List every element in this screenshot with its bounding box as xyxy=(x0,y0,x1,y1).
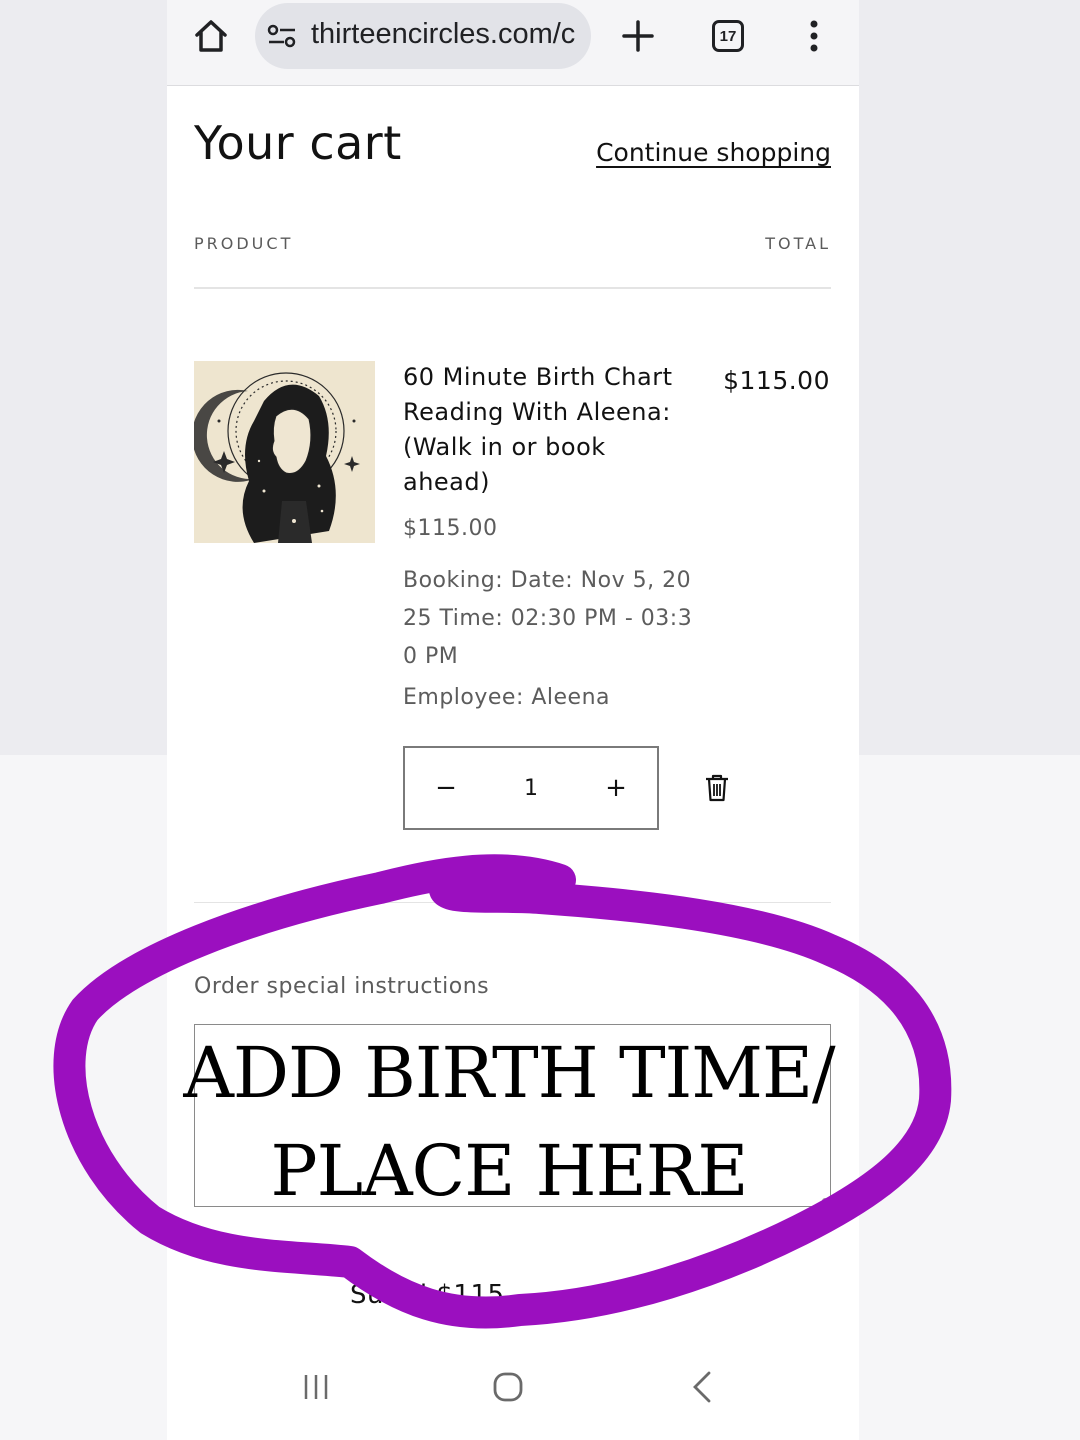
quantity-increase-button[interactable]: + xyxy=(575,748,657,828)
browser-toolbar: thirteencircles.com/c 17 xyxy=(167,0,859,86)
recents-icon[interactable] xyxy=(291,1367,341,1407)
column-header-product: PRODUCT xyxy=(194,234,294,253)
item-title[interactable]: 60 Minute Birth Chart Reading With Aleen… xyxy=(403,360,693,500)
system-navigation-bar xyxy=(167,1345,859,1440)
page-title: Your cart xyxy=(194,116,402,170)
column-header-total: TOTAL xyxy=(765,234,831,253)
special-instructions-label: Order special instructions xyxy=(194,974,490,999)
menu-icon[interactable] xyxy=(792,14,836,58)
textarea-resize-handle[interactable] xyxy=(822,1198,828,1204)
back-icon[interactable] xyxy=(677,1367,727,1407)
item-employee: Employee: Aleena xyxy=(403,685,611,710)
quantity-stepper: − 1 + xyxy=(403,746,659,830)
item-line-total: $115.00 xyxy=(723,366,830,395)
nav-home-icon[interactable] xyxy=(483,1367,533,1407)
site-settings-icon[interactable] xyxy=(267,23,297,49)
item-unit-price: $115.00 xyxy=(403,516,498,541)
continue-shopping-link[interactable]: Continue shopping xyxy=(596,138,831,167)
phone-screen: thirteencircles.com/c 17 Your cart Conti… xyxy=(167,0,859,1440)
url-bar[interactable]: thirteencircles.com/c xyxy=(255,3,591,69)
new-tab-icon[interactable] xyxy=(616,14,660,58)
tabs-icon[interactable]: 17 xyxy=(706,14,750,58)
quantity-decrease-button[interactable]: − xyxy=(405,748,487,828)
trash-icon[interactable] xyxy=(703,773,731,803)
quantity-input[interactable]: 1 xyxy=(491,776,571,801)
special-instructions-overlay-text: ADD BIRTH TIME/ PLACE HERE xyxy=(183,1032,835,1212)
product-image[interactable] xyxy=(194,361,375,543)
divider xyxy=(194,287,831,289)
home-icon[interactable] xyxy=(189,14,233,58)
tab-count[interactable]: 17 xyxy=(712,20,744,52)
item-booking-details: Booking: Date: Nov 5, 2025 Time: 02:30 P… xyxy=(403,568,693,669)
url-text[interactable]: thirteencircles.com/c xyxy=(311,18,581,51)
subtotal-text: Su tal $115 xyxy=(350,1280,505,1310)
divider xyxy=(194,902,831,903)
